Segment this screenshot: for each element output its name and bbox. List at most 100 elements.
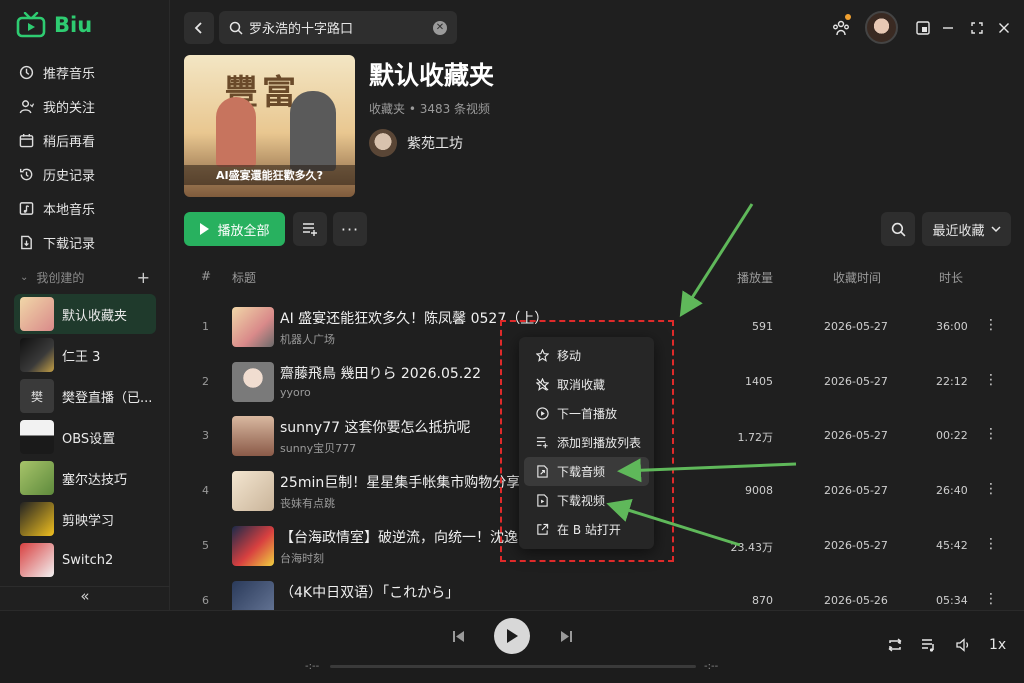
more-horizontal-icon: ···: [340, 219, 360, 239]
video-title[interactable]: 【台海政情室】破逆流，向统一！沈逸: [280, 527, 518, 547]
video-thumb: [232, 526, 274, 566]
table-row[interactable]: 6 （4K中日双语）「これから」 870 2026-05-26 05:34 ⋮: [184, 574, 1011, 610]
col-header-duration[interactable]: 时长: [939, 269, 963, 286]
back-button[interactable]: [184, 12, 214, 44]
row-number: 5: [202, 539, 209, 552]
repeat-icon[interactable]: [886, 637, 904, 653]
avatar[interactable]: [865, 11, 898, 44]
minimize-icon[interactable]: [934, 14, 962, 42]
playlist-item[interactable]: OBS设置: [14, 417, 156, 457]
menu-item-move[interactable]: 移动: [524, 341, 649, 370]
col-header-plays[interactable]: 播放量: [737, 269, 773, 286]
duration: 45:42: [936, 539, 968, 552]
row-more-icon[interactable]: ⋮: [984, 536, 998, 552]
next-track-icon[interactable]: [558, 628, 574, 644]
maximize-icon[interactable]: [963, 14, 991, 42]
progress-bar[interactable]: [330, 665, 696, 668]
close-icon[interactable]: [990, 14, 1018, 42]
queue-list-icon[interactable]: [920, 637, 938, 653]
playlist-item[interactable]: 剪映学习: [14, 499, 156, 539]
play-all-button[interactable]: 播放全部: [184, 212, 285, 246]
menu-item-label: 取消收藏: [557, 378, 606, 392]
previous-track-icon[interactable]: [450, 628, 466, 644]
collapse-sidebar-button[interactable]: «: [0, 586, 170, 608]
sort-dropdown[interactable]: 最近收藏: [922, 212, 1011, 246]
playlist-label: 樊登直播（已...: [62, 390, 153, 406]
play-icon: [199, 223, 210, 235]
playlist-subtitle: 收藏夹 • 3483 条视频: [369, 102, 491, 116]
menu-item-play-next[interactable]: 下一首播放: [524, 399, 649, 428]
nav-download-record[interactable]: 下载记录: [18, 228, 95, 256]
playlist-item[interactable]: 仁王 3: [14, 335, 156, 375]
playlist-item[interactable]: 塞尔达技巧: [14, 458, 156, 498]
nav-watch-later[interactable]: 稍后再看: [18, 126, 95, 154]
nav-following[interactable]: 我的关注: [18, 92, 95, 120]
play-icon: [507, 629, 518, 643]
video-title[interactable]: AI 盛宴还能狂欢多久！陈凤馨 0527（上）: [280, 308, 548, 328]
clear-search-icon[interactable]: ✕: [433, 20, 447, 35]
uploader-name[interactable]: sunny宝贝777: [280, 440, 356, 456]
uploader-name[interactable]: yyoro: [280, 386, 311, 399]
play-pause-button[interactable]: [494, 618, 530, 654]
nav-label: 推荐音乐: [43, 66, 96, 82]
video-title[interactable]: 25min巨制！星星集手帐集市购物分享: [280, 472, 520, 492]
col-header-fav-time[interactable]: 收藏时间: [833, 269, 881, 286]
search-in-list-button[interactable]: [881, 212, 915, 246]
search-input[interactable]: 罗永浩的十字路口: [249, 18, 427, 37]
arrow-to-menu: [679, 203, 754, 318]
star-icon: [536, 349, 549, 362]
menu-item-add-to-playlist[interactable]: 添加到播放列表: [524, 428, 649, 457]
users-icon[interactable]: [827, 14, 855, 42]
row-more-icon[interactable]: ⋮: [984, 481, 998, 497]
row-number: 4: [202, 484, 209, 497]
nav-history[interactable]: 历史记录: [18, 160, 95, 188]
uploader-name[interactable]: 台海时刻: [280, 550, 324, 566]
current-time: -:--: [305, 661, 320, 672]
chevron-down-icon: [990, 225, 1001, 233]
nav-recommend[interactable]: 推荐音乐: [18, 58, 95, 86]
add-playlist-icon[interactable]: +: [137, 268, 150, 287]
playlist-label: 剪映学习: [62, 513, 115, 529]
playlist-label: OBS设置: [62, 431, 116, 447]
menu-item-label: 下载音频: [557, 465, 606, 479]
playlist-item[interactable]: 默认收藏夹: [14, 294, 156, 334]
playback-rate-button[interactable]: 1x: [989, 637, 1006, 653]
more-options-button[interactable]: ···: [333, 212, 367, 246]
row-more-icon[interactable]: ⋮: [984, 317, 998, 333]
chevron-down-icon: ⌄: [20, 271, 29, 283]
playlist-thumb: [20, 461, 54, 495]
playlist-item[interactable]: Switch2: [14, 540, 156, 580]
menu-item-label: 下一首播放: [557, 407, 618, 421]
playlist-item[interactable]: 樊 樊登直播（已...: [14, 376, 156, 416]
playlist-thumb: [20, 297, 54, 331]
mini-mode-icon[interactable]: [909, 14, 937, 42]
fav-date: 2026-05-27: [824, 320, 888, 333]
nav-local-music[interactable]: 本地音乐: [18, 194, 95, 222]
menu-item-download-video[interactable]: 下载视频: [524, 486, 649, 515]
video-title[interactable]: （4K中日双语）「これから」: [280, 582, 459, 602]
app-window: Biu 推荐音乐 我的关注 稍后再看 历史记录 本地音乐 下载记录 ⌄ 我创建的…: [0, 0, 1024, 683]
menu-item-open-bilibili[interactable]: 在 B 站打开: [524, 515, 649, 544]
uploader-name[interactable]: 丧妹有点跳: [280, 495, 335, 511]
video-thumb: [232, 581, 274, 610]
app-name: Biu: [54, 13, 93, 37]
menu-item-unfavorite[interactable]: 取消收藏: [524, 370, 649, 399]
menu-item-label: 移动: [557, 349, 582, 363]
video-title[interactable]: sunny77 这套你要怎么抵抗呢: [280, 417, 470, 437]
video-thumb: [232, 471, 274, 511]
row-more-icon[interactable]: ⋮: [984, 591, 998, 607]
volume-icon[interactable]: [955, 637, 973, 653]
created-section-header[interactable]: ⌄ 我创建的 +: [20, 267, 150, 287]
playlist-owner[interactable]: 紫苑工坊: [369, 129, 463, 157]
created-label: 我创建的: [36, 270, 85, 285]
row-more-icon[interactable]: ⋮: [984, 372, 998, 388]
chevron-left-icon: [194, 22, 204, 34]
row-more-icon[interactable]: ⋮: [984, 426, 998, 442]
video-title[interactable]: 齋藤飛鳥 幾田りら 2026.05.22: [280, 363, 481, 383]
menu-item-download-audio[interactable]: 下载音频: [524, 457, 649, 486]
search-bar[interactable]: 罗永浩的十字路口 ✕: [219, 11, 457, 44]
sidebar: Biu 推荐音乐 我的关注 稍后再看 历史记录 本地音乐 下载记录 ⌄ 我创建的…: [0, 0, 170, 610]
playlist-thumb: [20, 502, 54, 536]
uploader-name[interactable]: 机器人广场: [280, 331, 335, 347]
add-to-queue-button[interactable]: [293, 212, 327, 246]
